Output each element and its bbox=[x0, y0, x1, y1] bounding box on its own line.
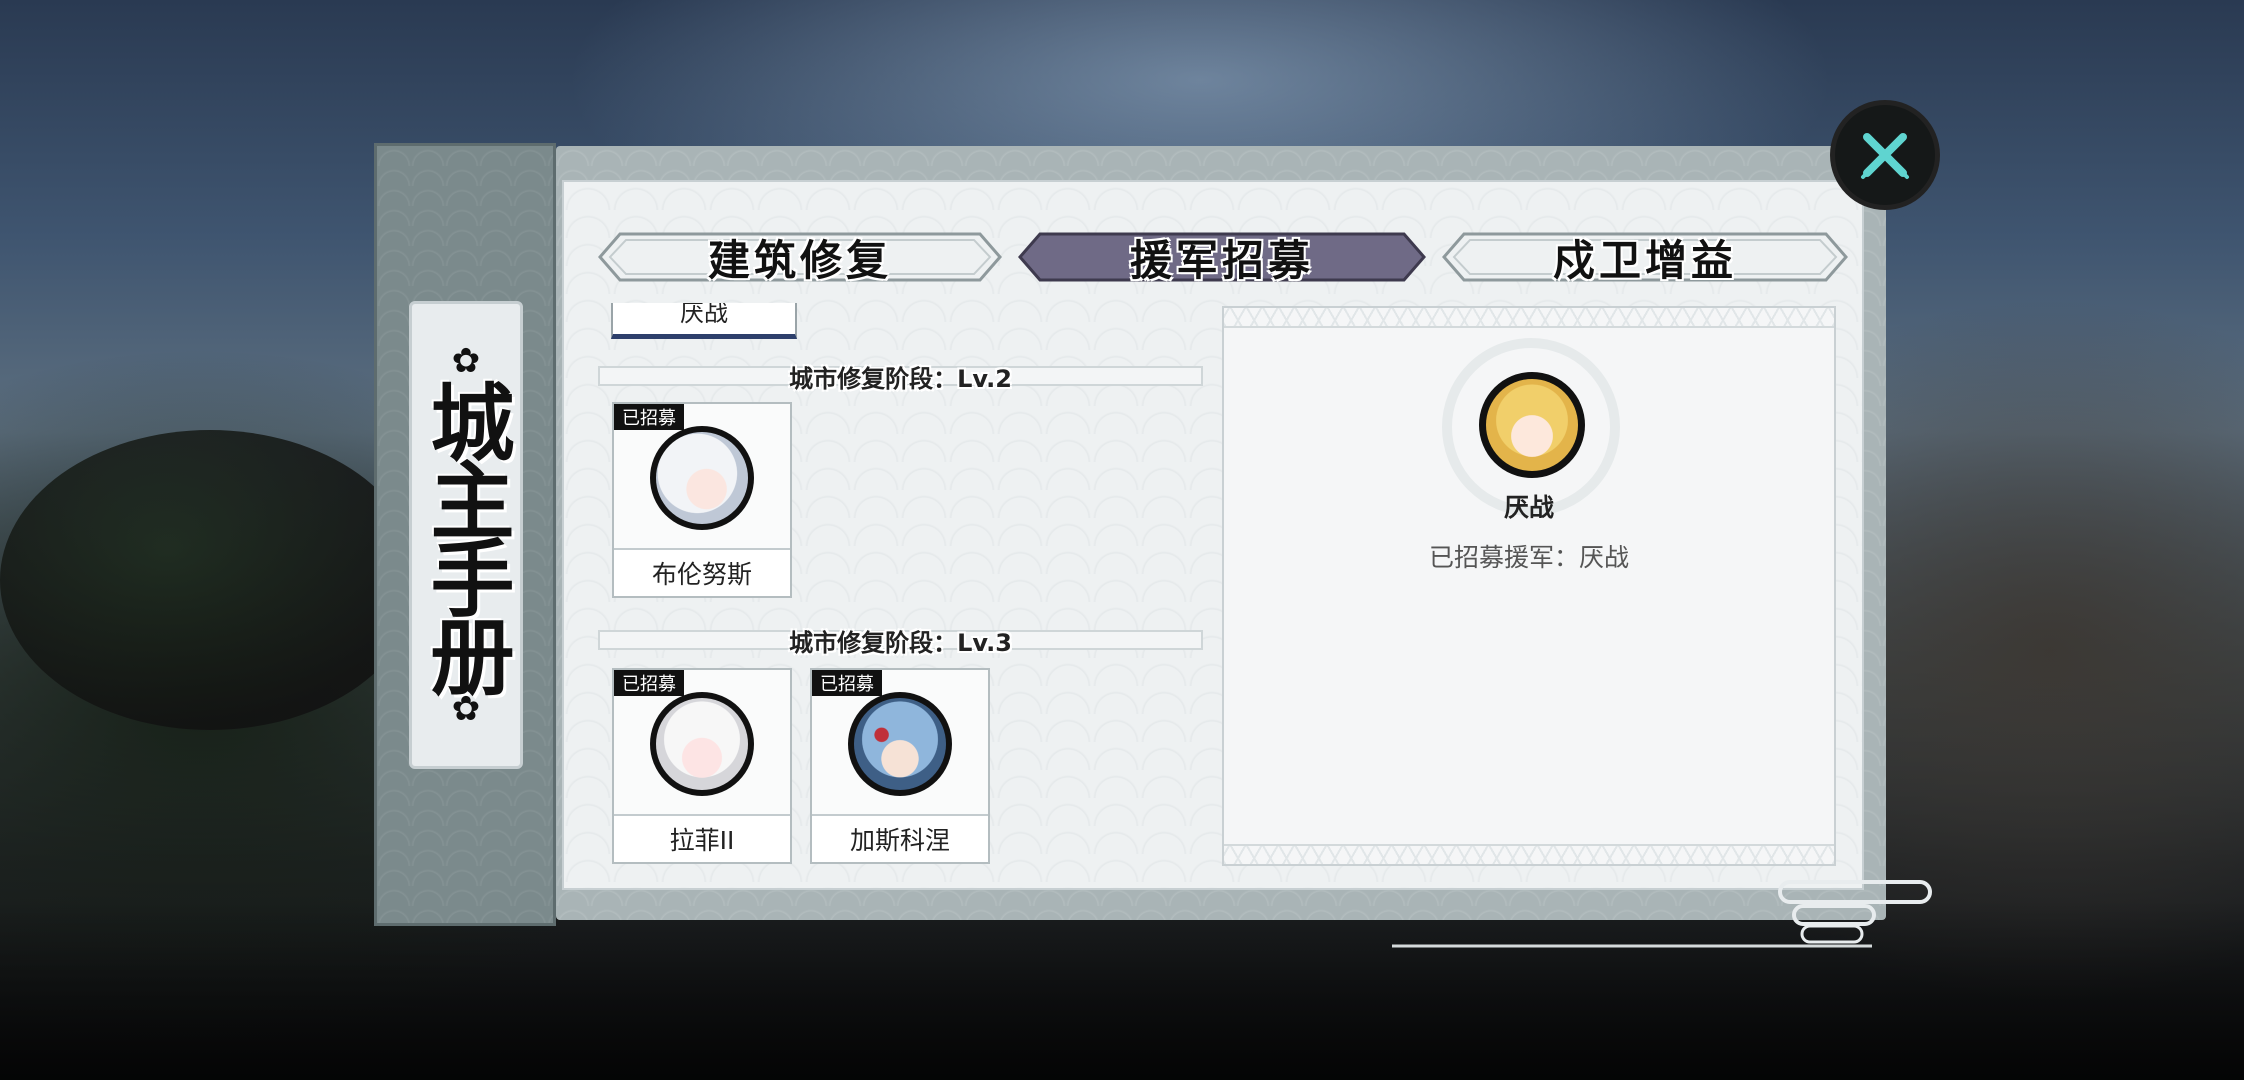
recruit-detail-panel: 厌战 已招募援军：厌战 bbox=[1222, 306, 1836, 866]
stage-label: 城市修复阶段：Lv.3 bbox=[789, 628, 1012, 657]
recruited-badge: 已招募 bbox=[812, 670, 882, 696]
blue-hair-portrait bbox=[854, 698, 946, 790]
close-button[interactable] bbox=[1835, 105, 1935, 205]
character-card-brennus[interactable]: 已招募 布伦努斯 bbox=[612, 402, 792, 598]
sidebar-scroll: ✿ 城主手册 ✿ bbox=[374, 143, 556, 926]
recruited-badge: 已招募 bbox=[614, 670, 684, 696]
flower-icon-top: ✿ bbox=[451, 341, 481, 381]
flower-icon-bottom: ✿ bbox=[451, 689, 481, 729]
character-portrait bbox=[848, 692, 952, 796]
character-portrait bbox=[650, 692, 754, 796]
stage-header-lv3: 城市修复阶段：Lv.3 bbox=[598, 629, 1203, 657]
sidebar-title-card: ✿ 城主手册 ✿ bbox=[409, 301, 523, 769]
decorative-cloud-lines bbox=[1392, 880, 1932, 948]
sidebar-title: 城主手册 bbox=[417, 379, 516, 691]
tab-building-repair[interactable]: 建筑修复 bbox=[598, 232, 1002, 285]
blonde-hair-portrait bbox=[1486, 379, 1578, 471]
character-name: 拉菲II bbox=[614, 814, 790, 862]
background-hill bbox=[0, 430, 420, 730]
list-item-partial[interactable]: 厌战 bbox=[611, 303, 797, 339]
close-icon bbox=[1861, 133, 1909, 179]
stage-header-lv2: 城市修复阶段：Lv.2 bbox=[598, 365, 1203, 393]
stage-label: 城市修复阶段：Lv.2 bbox=[789, 364, 1012, 393]
character-name: 布伦努斯 bbox=[614, 548, 790, 596]
white-hair-portrait bbox=[656, 432, 748, 524]
recruited-portrait bbox=[1479, 372, 1585, 478]
list-item-partial-name: 厌战 bbox=[680, 303, 728, 327]
tab-building-repair-label: 建筑修复 bbox=[707, 235, 892, 285]
panel-border-top bbox=[1224, 308, 1834, 328]
character-portrait bbox=[650, 426, 754, 530]
recruited-name: 厌战 bbox=[1503, 493, 1554, 522]
character-name: 加斯科涅 bbox=[812, 814, 988, 862]
recruited-badge: 已招募 bbox=[614, 404, 684, 430]
character-card-gascogne[interactable]: 已招募 加斯科涅 bbox=[810, 668, 990, 864]
panel-border-bottom bbox=[1224, 844, 1834, 864]
tab-reinforcement-recruit[interactable]: 援军招募 bbox=[1018, 232, 1426, 285]
tab-garrison-buff-label: 戍卫增益 bbox=[1552, 235, 1737, 285]
tab-reinforcement-recruit-label: 援军招募 bbox=[1129, 235, 1314, 285]
recruited-status: 已招募援军：厌战 bbox=[1428, 543, 1629, 572]
tab-garrison-buff[interactable]: 戍卫增益 bbox=[1442, 232, 1848, 285]
white-twintail-portrait bbox=[656, 698, 748, 790]
character-card-laffey-ii[interactable]: 已招募 拉菲II bbox=[612, 668, 792, 864]
